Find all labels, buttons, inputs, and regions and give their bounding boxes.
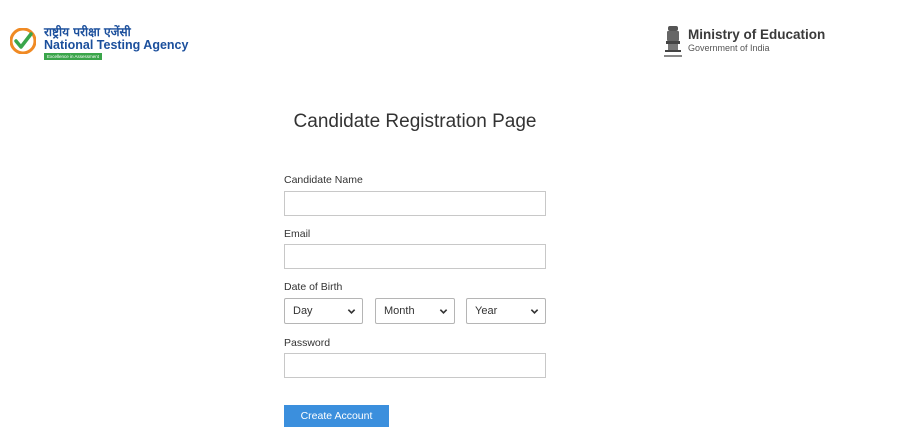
email-label: Email [284, 228, 311, 240]
dob-year-value: Year [475, 305, 498, 317]
dob-day-select[interactable]: Day [284, 298, 363, 324]
national-emblem-icon [664, 26, 682, 57]
chevron-down-icon [439, 309, 448, 314]
dob-year-select[interactable]: Year [466, 298, 546, 324]
email-input[interactable] [284, 244, 546, 269]
dob-month-select[interactable]: Month [375, 298, 455, 324]
candidate-name-label: Candidate Name [284, 174, 363, 186]
candidate-name-input[interactable] [284, 191, 546, 216]
password-input[interactable] [284, 353, 546, 378]
ministry-title: Ministry of Education [688, 27, 826, 42]
dob-day-value: Day [293, 305, 313, 317]
dob-label: Date of Birth [284, 281, 343, 293]
create-account-button[interactable]: Create Account [284, 405, 389, 427]
dob-month-value: Month [384, 305, 415, 317]
check-swoosh-icon [10, 28, 36, 54]
nta-english-name: National Testing Agency [44, 38, 189, 52]
chevron-down-icon [347, 309, 356, 314]
nta-tagline: Excellence in Assessment [44, 53, 103, 60]
ministry-logo: Ministry of Education Government of Indi… [663, 24, 843, 64]
nta-logo: राष्ट्रीय परीक्षा एजेंसी National Testin… [10, 22, 210, 62]
ministry-subtitle: Government of India [688, 43, 770, 53]
password-label: Password [284, 337, 331, 349]
page-title: Candidate Registration Page [293, 111, 537, 132]
chevron-down-icon [530, 309, 539, 314]
